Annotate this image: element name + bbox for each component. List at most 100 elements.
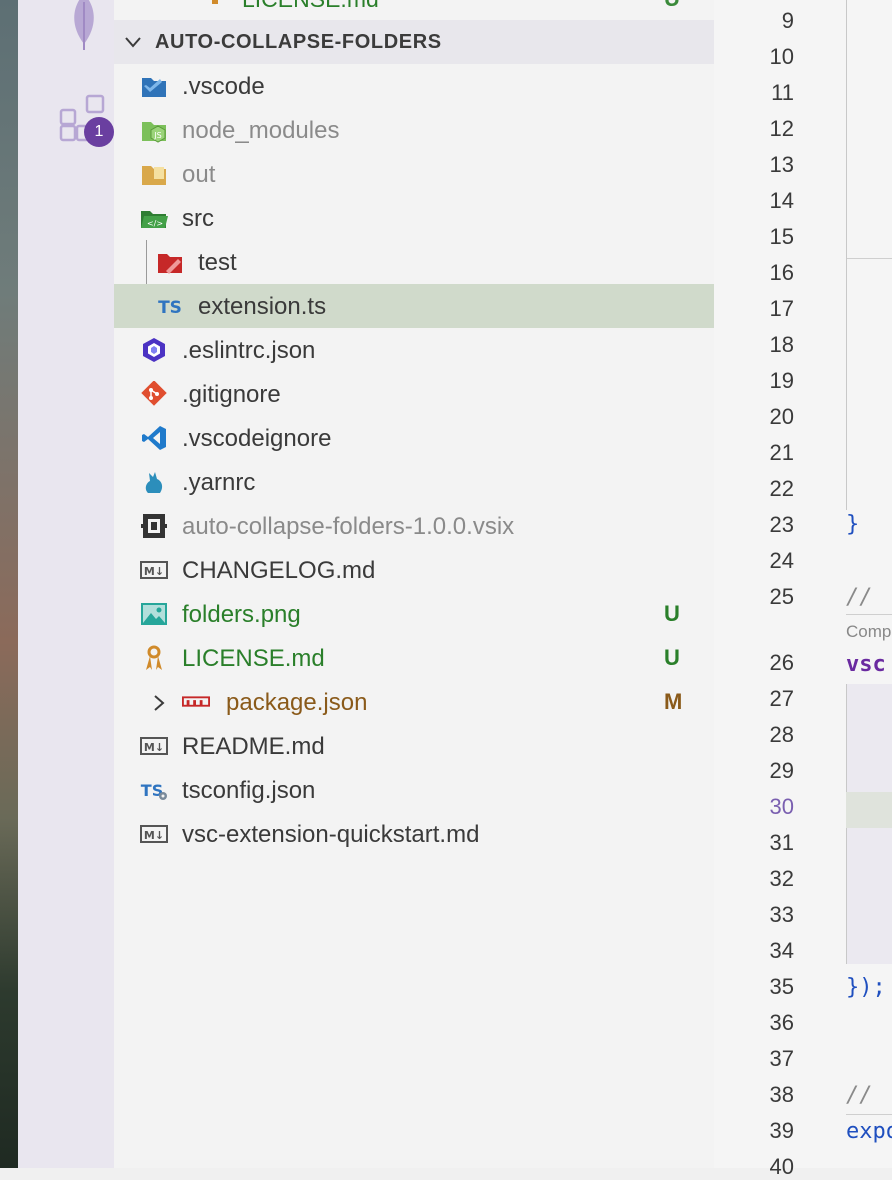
section-header[interactable]: AUTO-COLLAPSE-FOLDERS — [114, 20, 714, 64]
code-closing: }); — [846, 975, 886, 1000]
leaf-icon[interactable] — [66, 0, 102, 52]
file-license[interactable]: LICENSE.md U — [114, 636, 714, 680]
vscode-icon — [140, 425, 168, 451]
item-label: auto-collapse-folders-1.0.0.vsix — [182, 513, 515, 540]
item-label: LICENSE.md — [242, 0, 379, 13]
item-label: README.md — [182, 733, 325, 760]
vscode-folder-icon — [140, 73, 168, 99]
indent-guide — [846, 258, 847, 510]
test-folder-icon — [156, 249, 184, 275]
file-quickstart[interactable]: M↓ vsc-extension-quickstart.md — [114, 812, 714, 856]
svg-text:M↓: M↓ — [144, 829, 164, 842]
folder-vscode[interactable]: .vscode — [114, 64, 714, 108]
block-separator — [846, 1114, 892, 1115]
git-status-untracked: U — [664, 0, 680, 12]
nodejs-folder-icon: JS — [140, 117, 168, 143]
line-number: 39 — [769, 1118, 794, 1143]
indent-guide — [846, 0, 847, 258]
line-number: 32 — [769, 866, 794, 891]
svg-text:M↓: M↓ — [144, 741, 164, 754]
src-folder-icon: </> — [140, 205, 168, 231]
license-icon — [212, 0, 218, 4]
item-label: LICENSE.md — [182, 645, 325, 672]
git-icon — [140, 381, 168, 407]
tsconfig-icon: TS — [140, 777, 168, 803]
line-number: 26 — [769, 650, 794, 675]
file-readme[interactable]: M↓ README.md — [114, 724, 714, 768]
block-separator — [846, 614, 892, 615]
folder-node-modules[interactable]: JS node_modules — [114, 108, 714, 152]
file-tsconfig[interactable]: TS tsconfig.json — [114, 768, 714, 812]
activity-bar: 1 — [18, 0, 114, 1168]
file-vsix[interactable]: auto-collapse-folders-1.0.0.vsix — [114, 504, 714, 548]
file-folders-png[interactable]: folders.png U — [114, 592, 714, 636]
code-comment: // — [846, 1083, 873, 1108]
line-number: 13 — [769, 152, 794, 177]
item-label: .vscode — [182, 73, 265, 100]
item-label: .yarnrc — [182, 469, 256, 496]
codelens[interactable]: Comp — [846, 622, 891, 642]
line-number: 9 — [781, 8, 794, 33]
line-number: 12 — [769, 116, 794, 141]
git-status-modified: M — [664, 689, 683, 714]
section-title: AUTO-COLLAPSE-FOLDERS — [155, 31, 442, 53]
typescript-icon: TS — [156, 293, 184, 319]
image-icon — [140, 601, 168, 627]
svg-text:JS: JS — [153, 131, 161, 140]
git-status-untracked: U — [664, 601, 680, 626]
file-extension-ts[interactable]: TS extension.ts — [114, 284, 714, 328]
file-gitignore[interactable]: .gitignore — [114, 372, 714, 416]
current-line-highlight — [846, 792, 892, 828]
file-yarnrc[interactable]: .yarnrc — [114, 460, 714, 504]
yarn-icon — [140, 469, 168, 495]
code-identifier: vsc — [846, 652, 886, 677]
line-number: 34 — [769, 938, 794, 963]
extensions-badge: 1 — [84, 117, 114, 147]
folder-test[interactable]: test — [114, 240, 714, 284]
folder-out[interactable]: out — [114, 152, 714, 196]
item-label: test — [198, 249, 237, 276]
item-label: package.json — [226, 689, 368, 716]
list-item[interactable]: LICENSE.md U — [114, 0, 714, 14]
svg-text:TS: TS — [158, 298, 182, 318]
folder-src[interactable]: </> src — [114, 196, 714, 240]
line-number: 31 — [769, 830, 794, 855]
line-number: 23 — [769, 512, 794, 537]
svg-text:M↓: M↓ — [144, 565, 164, 578]
npm-icon — [182, 689, 210, 715]
line-number: 15 — [769, 224, 794, 249]
line-number: 25 — [769, 584, 794, 609]
chevron-right-icon[interactable] — [152, 694, 166, 712]
editor-pane[interactable]: 9 10 11 12 13 14 15 16 17 18 19 20 21 22 23 24 25 26 27 28 2… — [714, 0, 892, 1179]
line-number: 37 — [769, 1046, 794, 1071]
code-comment: // — [846, 585, 873, 610]
code-keyword: expo — [846, 1119, 892, 1144]
line-number: 19 — [769, 368, 794, 393]
file-package-json[interactable]: package.json M — [114, 680, 714, 724]
git-status-untracked: U — [664, 645, 680, 670]
line-number: 18 — [769, 332, 794, 357]
item-label: src — [182, 205, 214, 232]
line-number: 24 — [769, 548, 794, 573]
file-vscodeignore[interactable]: .vscodeignore — [114, 416, 714, 460]
line-number: 17 — [769, 296, 794, 321]
package-icon — [140, 513, 168, 539]
line-number: 21 — [769, 440, 794, 465]
markdown-icon: M↓ — [140, 733, 168, 759]
svg-text:</>: </> — [147, 219, 163, 228]
explorer-panel: LICENSE.md U AUTO-COLLAPSE-FOLDERS .vsco… — [114, 0, 714, 1168]
file-changelog[interactable]: M↓ CHANGELOG.md — [114, 548, 714, 592]
line-number: 11 — [771, 80, 794, 105]
item-label: out — [182, 161, 216, 188]
item-label: extension.ts — [198, 293, 327, 320]
code-brace: } — [846, 512, 860, 537]
line-number: 36 — [769, 1010, 794, 1035]
block-separator — [846, 258, 892, 259]
file-eslintrc[interactable]: .eslintrc.json — [114, 328, 714, 372]
line-number: 30 — [769, 794, 794, 819]
item-label: tsconfig.json — [182, 777, 316, 804]
desktop-background — [0, 0, 18, 1168]
item-label: folders.png — [182, 601, 301, 628]
line-number: 40 — [769, 1154, 794, 1179]
line-number: 22 — [769, 476, 794, 501]
